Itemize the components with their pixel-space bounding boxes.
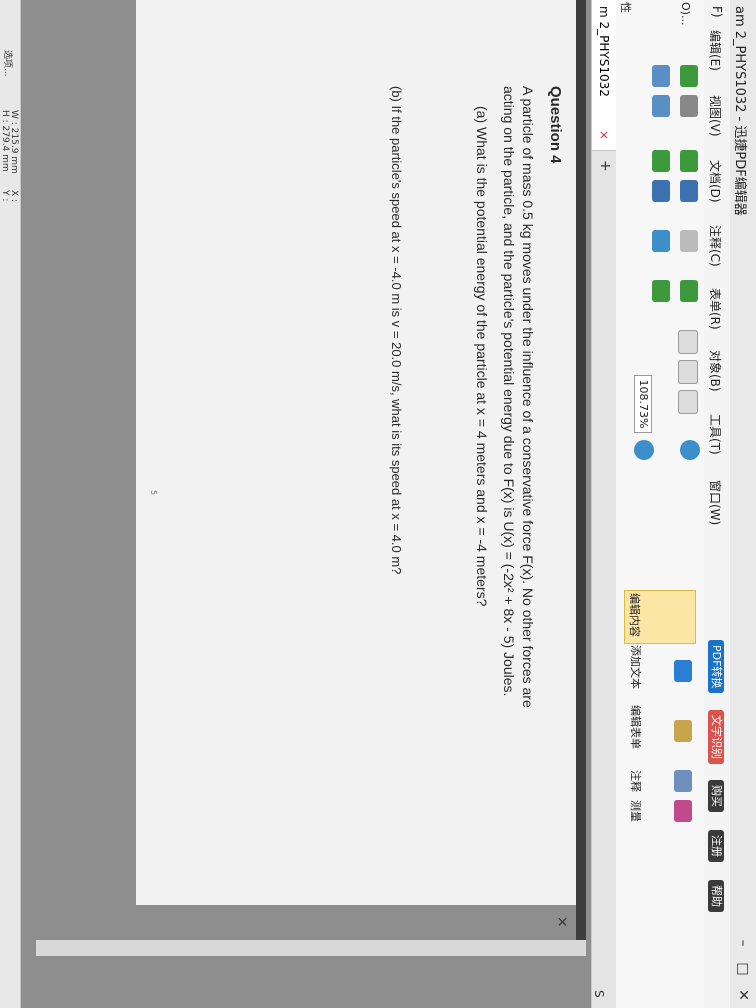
next-page-icon[interactable] [652,280,670,302]
menu-window[interactable]: 窗口(W) [707,480,724,525]
register-button[interactable]: 注册 [708,830,724,862]
menu-tools[interactable]: 工具(T) [707,414,724,455]
add-text-button[interactable]: 添加文本 [628,645,644,689]
status-width: W : 215.9 mm [9,110,19,174]
edit-form-button[interactable]: 编辑表单 [628,705,644,749]
menu-edit[interactable]: 编辑(E) [707,30,724,71]
tab-document[interactable]: m 2_PHYS1032 × [592,0,616,151]
copy-icon[interactable] [652,150,670,172]
undo-icon[interactable] [680,150,698,172]
buy-button[interactable]: 购买 [708,780,724,812]
print-icon[interactable] [680,95,698,117]
edit-content-button[interactable]: 编辑内容 [624,590,696,644]
menu-view[interactable]: 视图(V) [707,95,724,137]
close-button[interactable]: ✕ [733,982,753,1008]
new-icon[interactable] [680,65,698,87]
toolbar-ribbon: O)... 性 108.73% 编辑内容 添加文本 编辑表单 注释 测量 [615,0,704,1008]
zoom-in-icon[interactable] [634,440,654,460]
side-label: S [592,990,606,998]
question-line-2: acting on the particle, and the particle… [501,86,517,697]
question-block: Question 4 A particle of mass 0.5 kg mov… [472,86,564,886]
fit-page-icon[interactable] [678,330,698,354]
ribbon-left-label2: 性 [619,2,632,13]
menu-form[interactable]: 表单(R) [707,288,724,330]
redo-icon[interactable] [680,180,698,202]
panel-close-button[interactable]: × [554,916,570,928]
pdf-convert-button[interactable]: PDF转换 [708,640,724,694]
ribbon-left-label: O)... [679,2,692,26]
fit-width-icon[interactable] [678,360,698,384]
menu-document[interactable]: 文档(D) [707,160,724,203]
previous-page-icon[interactable] [680,280,698,302]
measure-icon[interactable] [674,800,692,822]
page-header-strip [576,0,586,940]
hand-tool-icon[interactable] [680,230,698,252]
pdf-editor-window: am 2_PHYS1032 - 迅捷PDF编辑器 – □ ✕ F) 编辑(E) … [0,0,756,1008]
zoom-level-select[interactable]: 108.73% [634,375,652,433]
add-text-icon[interactable] [674,660,692,682]
status-bar: 选项... W : 215.9 mm H : 279.4 mm X : Y : [0,0,21,1008]
minimize-button[interactable]: – [733,930,753,956]
paste-icon[interactable] [652,180,670,202]
menu-comment[interactable]: 注释(C) [707,225,724,267]
window-title: am 2_PHYS1032 - 迅捷PDF编辑器 [732,6,747,216]
edit-content-label: 编辑内容 [628,593,641,637]
measure-button[interactable]: 测量 [628,800,644,822]
comment-icon[interactable] [674,770,692,792]
ocr-button[interactable]: 文字识别 [708,710,724,764]
tab-label: m 2_PHYS1032 [597,6,611,97]
actual-size-icon[interactable] [678,390,698,414]
question-title: Question 4 [547,86,564,164]
menu-file[interactable]: F) [710,6,724,18]
question-part-a: (a) What is the potential energy of the … [474,106,490,607]
scan-icon[interactable] [652,65,670,87]
select-tool-icon[interactable] [652,230,670,252]
new-tab-button[interactable]: + [597,160,613,172]
pdf-page: Question 4 A particle of mass 0.5 kg mov… [136,0,576,905]
status-options[interactable]: 选项... [2,50,15,77]
question-line-1: A particle of mass 0.5 kg moves under th… [520,86,536,708]
menu-object[interactable]: 对象(B) [707,350,724,392]
zoom-out-icon[interactable] [680,440,700,460]
help-button[interactable]: 帮助 [708,880,724,912]
vertical-scrollbar[interactable] [36,940,586,956]
menu-bar: F) 编辑(E) 视图(V) 文档(D) 注释(C) 表单(R) 对象(B) 工… [704,0,730,1008]
question-part-b: (b) If the particle's speed at x = -4.0 … [389,86,404,575]
status-x: X : [9,190,19,203]
maximize-button[interactable]: □ [733,956,753,982]
export-icon[interactable] [652,95,670,117]
status-y: Y : [0,190,10,202]
tab-close-button[interactable]: × [592,130,616,140]
edit-form-icon[interactable] [674,720,692,742]
title-bar: am 2_PHYS1032 - 迅捷PDF编辑器 – □ ✕ [729,0,756,1008]
comment-button[interactable]: 注释 [628,770,644,792]
page-number: 5 [149,490,158,496]
document-tab-bar: m 2_PHYS1032 × + [591,0,616,1008]
status-height: H : 279.4 mm [0,110,10,172]
